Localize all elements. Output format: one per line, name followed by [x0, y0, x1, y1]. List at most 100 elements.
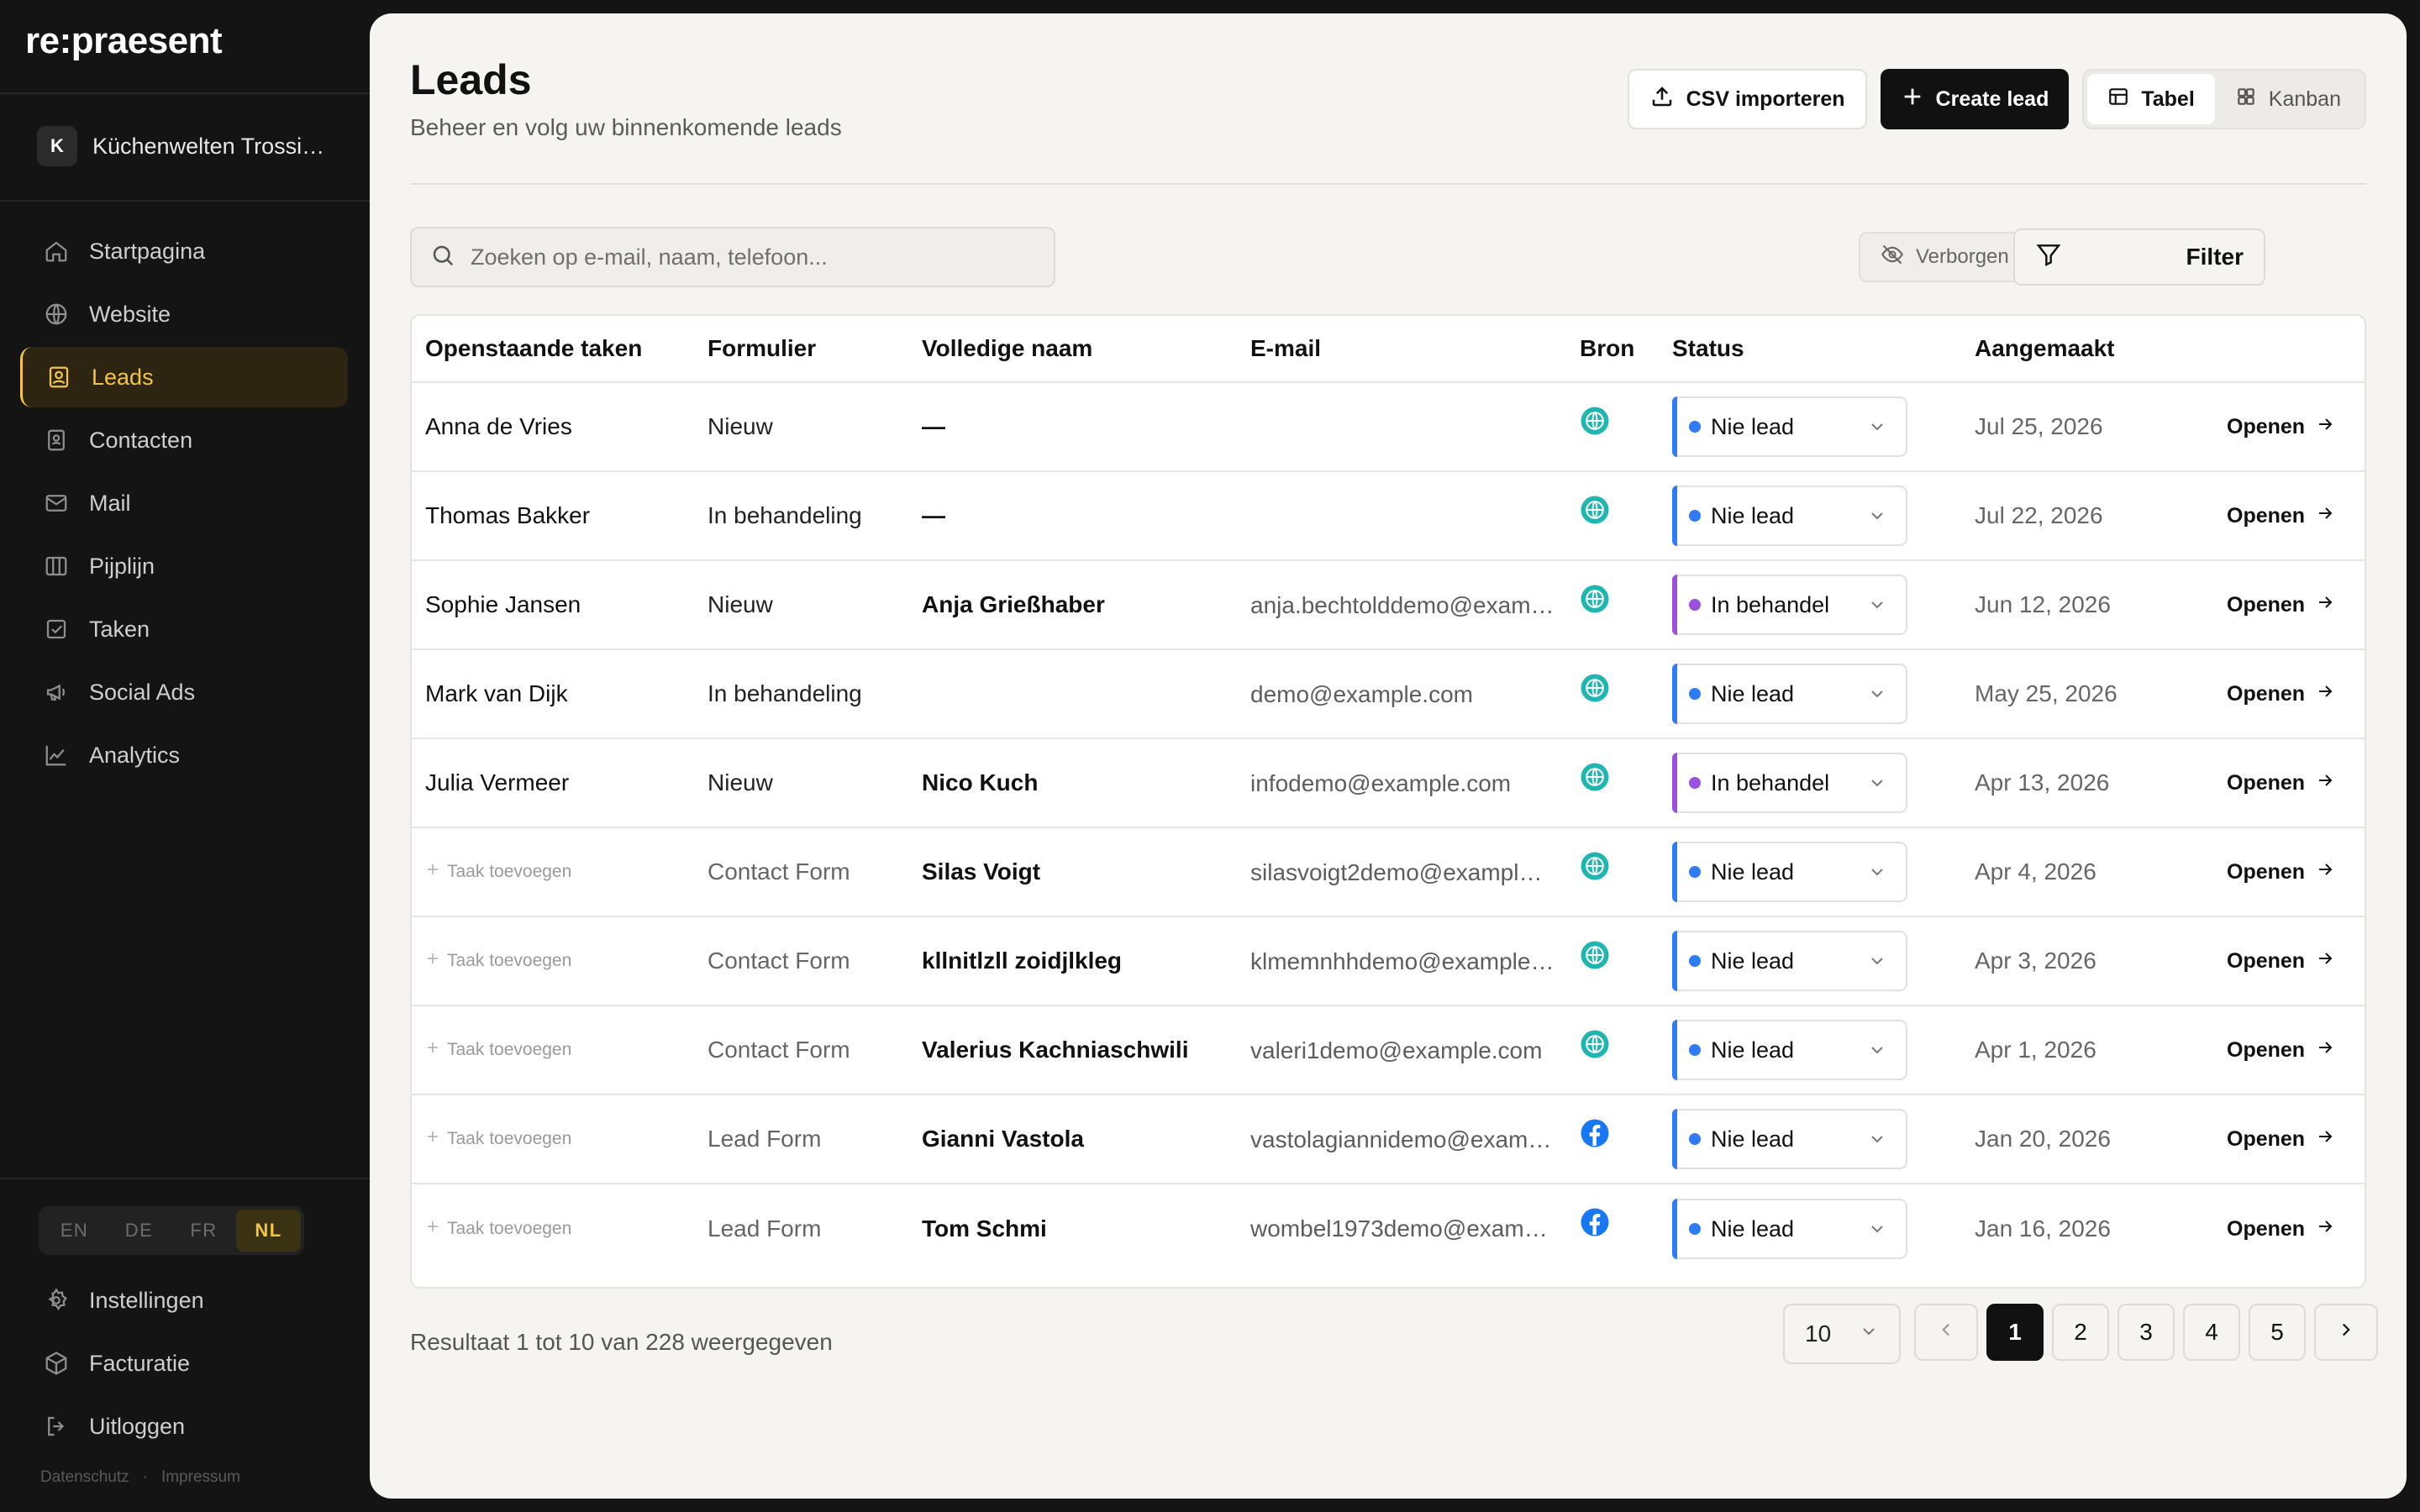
open-lead-link[interactable]: Openen — [2227, 1184, 2361, 1273]
status-select[interactable]: Nie lead — [1672, 664, 1907, 724]
search-icon — [430, 243, 455, 272]
chevron-down-icon — [1867, 1040, 1887, 1066]
table-row[interactable]: Mark van Dijk In behandeling demo@example.… — [412, 650, 2365, 739]
status-select[interactable]: In behandel — [1672, 575, 1907, 635]
status-select[interactable]: Nie lead — [1672, 1109, 1907, 1169]
column-header-created[interactable]: Aangemaakt — [1975, 316, 2168, 381]
sidebar-item-website[interactable]: Website — [20, 284, 348, 344]
page-size-select[interactable]: 10 — [1783, 1304, 1901, 1364]
sidebar-item-label: Contacten — [89, 427, 193, 453]
add-task-label: Taak toevoegen — [447, 1040, 572, 1059]
table-row[interactable]: Anna de Vries Nieuw — Nie lead Jul 25, 2026 O… — [412, 383, 2365, 472]
full-name-cell: Silas Voigt — [922, 858, 1041, 885]
previous-page-button[interactable] — [1914, 1304, 1978, 1361]
status-select[interactable]: Nie lead — [1672, 1199, 1907, 1259]
status-cell: Nie lead — [1672, 1006, 1924, 1094]
column-header-form[interactable]: Formulier — [708, 316, 918, 381]
next-page-button[interactable] — [2314, 1304, 2378, 1361]
page-button-2[interactable]: 2 — [2052, 1304, 2109, 1361]
sidebar-divider — [0, 200, 370, 202]
add-task-label: Taak toevoegen — [447, 1129, 572, 1148]
page-title: Leads — [410, 56, 532, 103]
column-header-source[interactable]: Bron — [1580, 316, 1664, 381]
status-select[interactable]: Nie lead — [1672, 931, 1907, 991]
table-row[interactable]: Taak toevoegen Contact Form kllnitlzll zoi… — [412, 917, 2365, 1006]
created-date-cell: Apr 1, 2026 — [1975, 1037, 2096, 1063]
facebook-icon — [1580, 1207, 1610, 1242]
status-value: In behandel — [1711, 591, 1830, 617]
sidebar-item-social-ads[interactable]: Social Ads — [20, 662, 348, 722]
column-header-status[interactable]: Status — [1672, 316, 1924, 381]
sidebar-item-label: Social Ads — [89, 679, 196, 705]
open-lead-link[interactable]: Openen — [2227, 472, 2361, 559]
open-lead-link[interactable]: Openen — [2227, 561, 2361, 648]
privacy-link[interactable]: Datenschutz — [40, 1468, 129, 1487]
table-row[interactable]: Taak toevoegen Contact Form Valerius Kachn… — [412, 1006, 2365, 1095]
add-task-button[interactable]: Taak toevoegen — [425, 1184, 694, 1273]
sidebar-item-startpagina[interactable]: Startpagina — [20, 221, 348, 281]
sidebar-item-instellingen[interactable]: Instellingen — [20, 1270, 348, 1331]
status-select[interactable]: Nie lead — [1672, 396, 1907, 457]
language-option-en[interactable]: EN — [42, 1210, 107, 1252]
create-lead-button[interactable]: Create lead — [1880, 69, 2070, 129]
sidebar-item-label: Taken — [89, 616, 150, 642]
open-lead-link[interactable]: Openen — [2227, 1006, 2361, 1094]
add-task-button[interactable]: Taak toevoegen — [425, 828, 694, 916]
gear-icon — [42, 1286, 71, 1315]
app-logo[interactable]: re:praesent — [25, 20, 223, 62]
status-select[interactable]: Nie lead — [1672, 486, 1907, 546]
add-task-button[interactable]: Taak toevoegen — [425, 1006, 694, 1094]
form-cell: Nieuw — [708, 591, 773, 617]
sidebar-item-uitloggen[interactable]: Uitloggen — [20, 1396, 348, 1457]
sidebar-item-facturatie[interactable]: Facturatie — [20, 1333, 348, 1394]
table-row[interactable]: Thomas Bakker In behandeling — Nie lead Jul … — [412, 472, 2365, 561]
status-select[interactable]: Nie lead — [1672, 842, 1907, 902]
workspace-switcher[interactable]: K Küchenwelten Trossin… — [37, 124, 339, 168]
open-task-cell: Anna de Vries — [425, 413, 572, 439]
filter-button[interactable]: Filter — [2013, 228, 2265, 286]
open-lead-link[interactable]: Openen — [2227, 1095, 2361, 1183]
view-table-button[interactable]: Tabel — [2087, 74, 2215, 124]
column-header-email[interactable]: E-mail — [1250, 316, 1561, 381]
language-option-nl[interactable]: NL — [236, 1210, 301, 1252]
arrow-right-icon — [2315, 948, 2335, 974]
language-option-de[interactable]: DE — [107, 1210, 171, 1252]
status-bar — [1672, 1109, 1677, 1169]
search-box — [410, 227, 1055, 287]
sidebar-item-pijplijn[interactable]: Pijplijn — [20, 536, 348, 596]
status-value: Nie lead — [1711, 413, 1795, 439]
open-lead-link[interactable]: Openen — [2227, 650, 2361, 738]
view-kanban-button[interactable]: Kanban — [2215, 74, 2361, 124]
sidebar-item-mail[interactable]: Mail — [20, 473, 348, 533]
add-task-button[interactable]: Taak toevoegen — [425, 917, 694, 1005]
imprint-link[interactable]: Impressum — [161, 1468, 240, 1487]
open-lead-link[interactable]: Openen — [2227, 383, 2361, 470]
status-select[interactable]: Nie lead — [1672, 1020, 1907, 1080]
sidebar-item-leads[interactable]: Leads — [20, 347, 348, 407]
table-row[interactable]: Julia Vermeer Nieuw Nico Kuch infodemo@exam… — [412, 739, 2365, 828]
page-button-5[interactable]: 5 — [2249, 1304, 2306, 1361]
table-row[interactable]: Taak toevoegen Lead Form Tom Schmi wombel19… — [412, 1184, 2365, 1273]
column-header-full-name[interactable]: Volledige naam — [922, 316, 1241, 381]
sidebar-item-taken[interactable]: Taken — [20, 599, 348, 659]
email-cell — [1250, 472, 1555, 559]
csv-import-button[interactable]: CSV importeren — [1627, 69, 1867, 129]
open-lead-link[interactable]: Openen — [2227, 828, 2361, 916]
page-button-1[interactable]: 1 — [1986, 1304, 2044, 1361]
sidebar-item-analytics[interactable]: Analytics — [20, 725, 348, 785]
table-row[interactable]: Taak toevoegen Lead Form Gianni Vastola vas… — [412, 1095, 2365, 1184]
table-row[interactable]: Sophie Jansen Nieuw Anja Grießhaber anja.be… — [412, 561, 2365, 650]
open-lead-link[interactable]: Openen — [2227, 739, 2361, 827]
language-option-fr[interactable]: FR — [171, 1210, 236, 1252]
web-globe-icon — [1580, 584, 1610, 618]
status-select[interactable]: In behandel — [1672, 753, 1907, 813]
source-cell — [1580, 650, 1664, 738]
search-input[interactable] — [471, 244, 1042, 270]
page-button-4[interactable]: 4 — [2183, 1304, 2240, 1361]
open-lead-link[interactable]: Openen — [2227, 917, 2361, 1005]
column-header-open-tasks[interactable]: Openstaande taken — [425, 316, 694, 381]
page-button-3[interactable]: 3 — [2118, 1304, 2175, 1361]
sidebar-item-contacten[interactable]: Contacten — [20, 410, 348, 470]
add-task-button[interactable]: Taak toevoegen — [425, 1095, 694, 1183]
table-row[interactable]: Taak toevoegen Contact Form Silas Voigt sil… — [412, 828, 2365, 917]
